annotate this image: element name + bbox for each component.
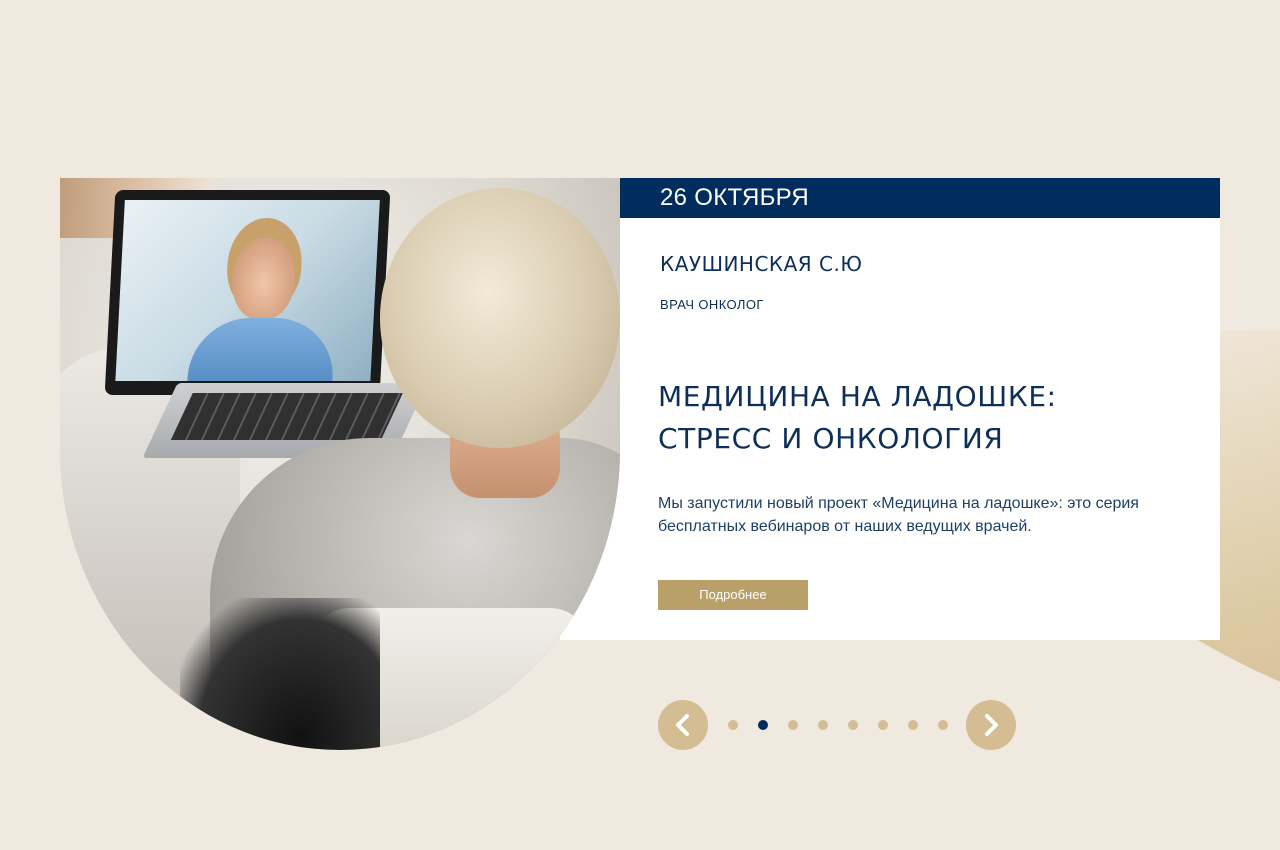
- slide-description: Мы запустили новый проект «Медицина на л…: [658, 492, 1158, 538]
- slide-description-line-2: бесплатных вебинаров от наших ведущих вр…: [658, 518, 1032, 535]
- more-button[interactable]: Подробнее: [658, 580, 808, 610]
- doctor-name: КАУШИНСКАЯ С.Ю: [660, 252, 863, 276]
- carousel-dot-6[interactable]: [878, 720, 888, 730]
- carousel-dot-7[interactable]: [908, 720, 918, 730]
- photo-doctor-body: [186, 318, 336, 381]
- slide-photo: [60, 178, 620, 750]
- carousel-dot-2[interactable]: [758, 720, 768, 730]
- photo-doctor-head: [230, 238, 297, 320]
- doctor-role: ВРАЧ ОНКОЛОГ: [660, 297, 764, 312]
- slide-title-line-1: МЕДИЦИНА НА ЛАДОШКЕ:: [658, 380, 1057, 413]
- slide-title-line-2: СТРЕСС И ОНКОЛОГИЯ: [658, 422, 1004, 455]
- carousel-dot-3[interactable]: [788, 720, 798, 730]
- carousel-next-button[interactable]: [966, 700, 1016, 750]
- slide-description-line-1: Мы запустили новый проект «Медицина на л…: [658, 495, 1139, 512]
- carousel-dot-5[interactable]: [848, 720, 858, 730]
- photo-shadow: [180, 598, 380, 750]
- slide-title: МЕДИЦИНА НА ЛАДОШКЕ: СТРЕСС И ОНКОЛОГИЯ: [658, 376, 1057, 460]
- photo-keys: [170, 393, 403, 440]
- photo-laptop-screen: [104, 190, 391, 395]
- photo-laptop-display: [115, 200, 380, 381]
- carousel-dot-8[interactable]: [938, 720, 948, 730]
- carousel-dot-1[interactable]: [728, 720, 738, 730]
- carousel-prev-button[interactable]: [658, 700, 708, 750]
- chevron-left-icon: [676, 714, 689, 736]
- carousel-dot-4[interactable]: [818, 720, 828, 730]
- slide-date: 26 ОКТЯБРЯ: [620, 178, 1220, 218]
- photo-woman-head: [380, 188, 620, 448]
- chevron-right-icon: [985, 714, 998, 736]
